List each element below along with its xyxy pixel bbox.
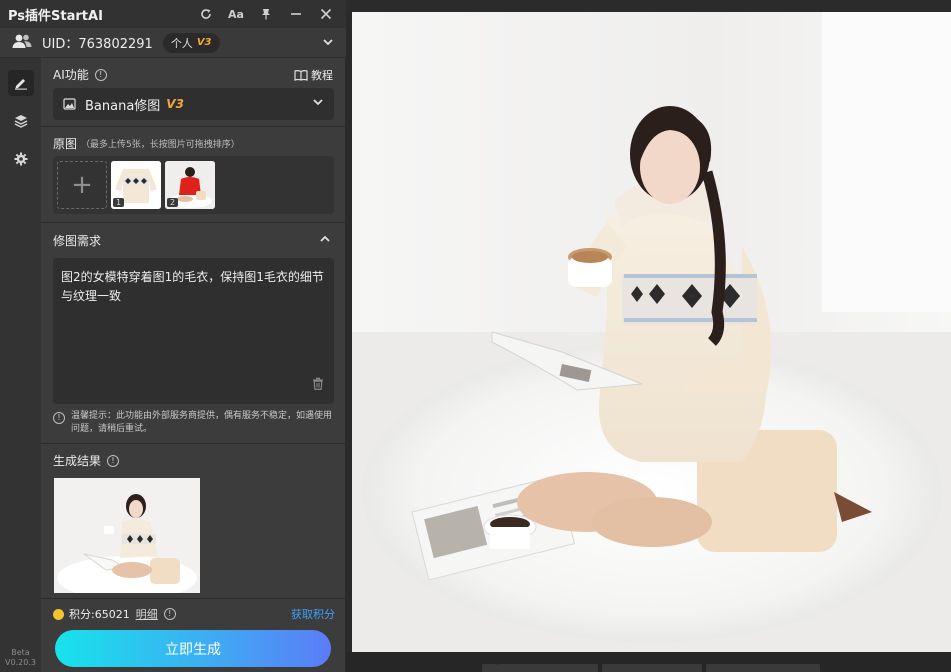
title-bar[interactable]: Ps插件StartAI Aa — [0, 0, 346, 28]
users-icon — [12, 33, 32, 53]
close-icon[interactable] — [314, 2, 338, 26]
info-icon[interactable]: ! — [94, 68, 107, 81]
sidebar-item-settings[interactable] — [8, 146, 34, 172]
edit-request-label: 修图需求 — [53, 234, 102, 248]
ai-function-header: AI功能 ! 教程 — [53, 66, 333, 83]
info-icon: ! — [53, 412, 65, 424]
chevron-down-icon[interactable] — [322, 33, 334, 52]
window-title: Ps插件StartAI — [8, 8, 103, 24]
plan-label: 个人 — [170, 36, 193, 50]
chevron-down-icon — [312, 96, 324, 112]
get-credits-link[interactable]: 获取积分 — [291, 606, 335, 622]
plugin-panel: Ps插件StartAI Aa UID：763802291 个人 V3 Beta … — [0, 0, 346, 672]
thumbnail-row: + 1 2 — [53, 156, 334, 214]
original-hint: （最多上传5张，长按图片可拖拽排序） — [81, 140, 240, 150]
coin-icon — [53, 608, 64, 620]
version-number: V0.20.3 — [5, 658, 36, 667]
model-version: V3 — [166, 97, 184, 111]
book-icon — [294, 69, 308, 81]
app-root: Ps插件StartAI Aa UID：763802291 个人 V3 Beta … — [0, 0, 951, 672]
pencil-icon — [14, 79, 27, 90]
model-name: Banana修图 — [85, 98, 161, 114]
uid-label: UID：763802291 — [42, 37, 153, 52]
edit-request-text: 图2的女模特穿着图1的毛衣，保持图1毛衣的细节与纹理一致 — [61, 270, 324, 303]
add-image-button[interactable]: + — [57, 161, 107, 209]
info-icon[interactable]: ! — [163, 608, 176, 620]
canvas-image[interactable] — [352, 12, 951, 652]
generate-button[interactable]: 立即生成 — [55, 630, 331, 667]
info-icon[interactable]: ! — [107, 454, 120, 467]
statusbar-tab[interactable] — [498, 664, 598, 672]
result-thumbnail[interactable] — [54, 478, 200, 593]
panel-content: AI功能 ! 教程 Banana修图 V3 原图 （最多上传5张，长按图片可拖拽… — [41, 58, 345, 672]
trash-icon[interactable] — [312, 377, 324, 396]
canvas-photo — [352, 12, 951, 652]
plan-badge: 个人 V3 — [162, 32, 220, 53]
tutorial-link[interactable]: 教程 — [294, 67, 333, 83]
pin-icon[interactable] — [254, 2, 278, 26]
thumbnail-index: 1 — [113, 198, 125, 207]
font-size-icon[interactable]: Aa — [224, 2, 248, 26]
canvas-statusbar — [346, 652, 951, 672]
canvas-ruler — [346, 0, 951, 12]
version-label: Beta V0.20.3 — [0, 648, 41, 668]
ai-function-label: AI功能 — [53, 68, 89, 82]
service-notice: ! 温馨提示：此功能由外部服务商提供，偶有服务不稳定，如遇使用问题，请稍后重试。 — [53, 410, 337, 436]
credits-row: 积分:65021 明细 ! 获取积分 — [53, 606, 335, 622]
edit-request-header[interactable]: 修图需求 — [53, 232, 331, 249]
ai-function-section: AI功能 ! 教程 Banana修图 V3 — [41, 58, 345, 126]
generate-button-label: 立即生成 — [165, 641, 221, 658]
service-notice-text: 温馨提示：此功能由外部服务商提供，偶有服务不稳定，如遇使用问题，请稍后重试。 — [71, 411, 333, 434]
plus-icon: + — [71, 170, 93, 200]
result-header: 生成结果 ! — [53, 452, 120, 469]
tool-sidebar: Beta V0.20.3 — [0, 58, 41, 672]
plan-version: V3 — [196, 37, 212, 48]
statusbar-tab[interactable] — [602, 664, 702, 672]
user-bar[interactable]: UID：763802291 个人 V3 — [0, 28, 346, 58]
chevron-up-icon[interactable] — [319, 233, 331, 248]
credits-label: 积分:65021 — [69, 608, 130, 621]
gear-icon — [14, 152, 27, 166]
original-label: 原图 — [53, 137, 78, 151]
minimize-icon[interactable] — [284, 2, 308, 26]
photoshop-canvas-area — [346, 0, 951, 672]
result-image — [54, 478, 200, 593]
image-edit-icon — [63, 98, 76, 110]
model-select[interactable]: Banana修图 V3 — [53, 88, 334, 120]
thumbnail-index: 2 — [167, 198, 179, 207]
result-label: 生成结果 — [53, 454, 102, 468]
sidebar-item-edit[interactable] — [7, 70, 34, 96]
edit-request-textarea[interactable]: 图2的女模特穿着图1的毛衣，保持图1毛衣的细节与纹理一致 — [53, 258, 334, 404]
beta-label: Beta — [11, 648, 30, 657]
statusbar-tab[interactable] — [706, 664, 820, 672]
original-header: 原图 （最多上传5张，长按图片可拖拽排序） — [53, 135, 240, 152]
credits-detail-link[interactable]: 明细 — [136, 606, 158, 622]
thumbnail-1[interactable]: 1 — [111, 161, 161, 209]
statusbar-tab[interactable] — [482, 664, 498, 672]
thumbnail-2[interactable]: 2 — [165, 161, 215, 209]
divider — [41, 598, 345, 599]
refresh-icon[interactable] — [194, 2, 218, 26]
sidebar-item-layers[interactable] — [8, 108, 34, 134]
layers-icon — [14, 115, 27, 128]
tutorial-label: 教程 — [311, 68, 333, 82]
